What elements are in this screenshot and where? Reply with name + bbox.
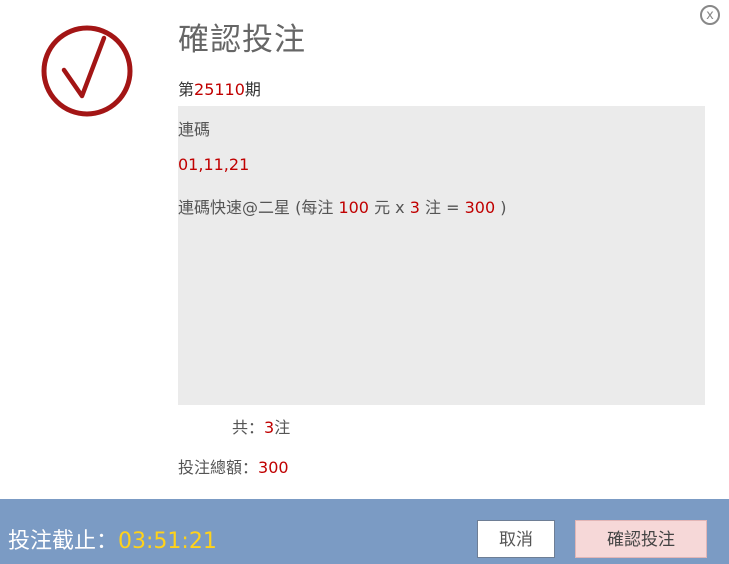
dialog-title: 確認投注 bbox=[178, 14, 306, 59]
total-count: 共：3注 bbox=[232, 414, 290, 438]
selected-numbers: 01,11,21 bbox=[178, 155, 249, 174]
period-suffix: 期 bbox=[245, 80, 261, 99]
bet-detail-panel: 連碼 01,11,21 連碼快速@二星 (每注 100 元 x 3 注 = 30… bbox=[178, 106, 705, 405]
count-label: 共： bbox=[232, 418, 264, 437]
bet-text: ) bbox=[495, 198, 506, 217]
dialog-footer: 投注截止：03:51:21 取消 確認投注 bbox=[0, 499, 729, 564]
bet-text: 注 = bbox=[420, 198, 465, 217]
bet-type: 連碼 bbox=[178, 116, 210, 140]
deadline-label: 投注截止： bbox=[8, 529, 118, 554]
total-label: 投注總額： bbox=[178, 458, 258, 477]
confirm-bet-dialog: x 確認投注 第25110期 連碼 01,11,21 連碼快速@二星 (每注 1… bbox=[0, 0, 729, 564]
bet-count: 3 bbox=[410, 198, 420, 217]
confirm-bet-button[interactable]: 確認投注 bbox=[575, 520, 707, 558]
total-amount: 投注總額：300 bbox=[178, 454, 289, 478]
count-value: 3 bbox=[264, 418, 274, 437]
deadline-countdown: 03:51:21 bbox=[118, 529, 217, 554]
bet-name: 連碼快速@二星 bbox=[178, 198, 290, 217]
success-check-icon bbox=[40, 24, 134, 118]
bet-text: (每注 bbox=[290, 198, 338, 217]
cancel-button[interactable]: 取消 bbox=[477, 520, 555, 558]
unit-amount: 100 bbox=[338, 198, 369, 217]
bet-subtotal: 300 bbox=[465, 198, 496, 217]
count-unit: 注 bbox=[274, 418, 290, 437]
period-value: 25110 bbox=[194, 80, 245, 99]
close-button[interactable]: x bbox=[700, 5, 720, 25]
bet-deadline: 投注截止：03:51:21 bbox=[8, 523, 217, 555]
close-icon: x bbox=[706, 8, 714, 23]
bet-text: 元 x bbox=[369, 198, 410, 217]
period-number: 第25110期 bbox=[178, 76, 261, 100]
total-value: 300 bbox=[258, 458, 289, 477]
period-prefix: 第 bbox=[178, 80, 194, 99]
bet-description: 連碼快速@二星 (每注 100 元 x 3 注 = 300 ) bbox=[178, 194, 506, 218]
